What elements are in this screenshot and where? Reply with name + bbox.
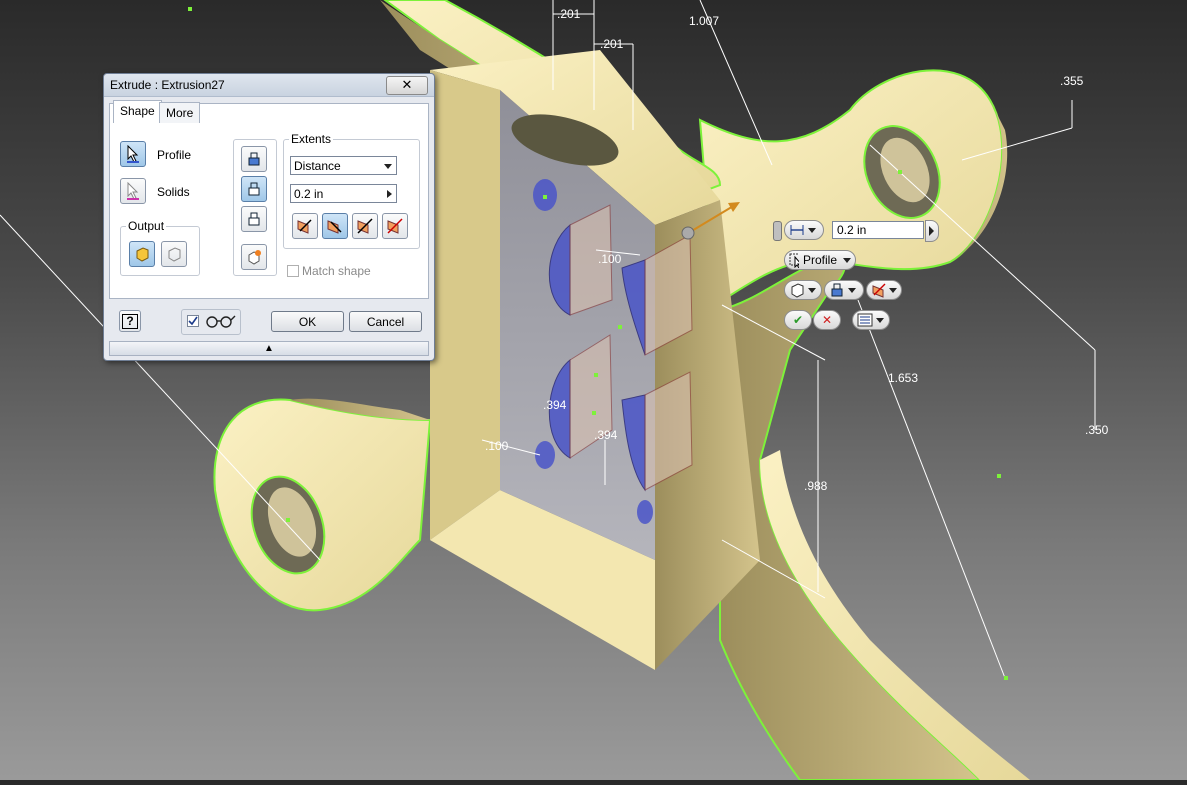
mini-operation-button[interactable] [824,280,864,300]
checkmark-icon [188,316,198,326]
preview-checkbox[interactable] [187,315,199,327]
extents-group: Extents Distance 0.2 in [283,132,420,249]
dimension-label[interactable]: .201 [600,37,624,51]
mini-profile-label: Profile [802,253,837,267]
direction-flipped-icon [327,220,342,234]
dimension-label[interactable]: 1.007 [689,14,719,28]
dimension-label[interactable]: .100 [485,439,509,453]
chevron-down-icon [889,287,897,293]
close-icon: ✕ [821,313,833,327]
direction-1-button[interactable] [292,213,318,239]
distance-mode-button[interactable] [784,220,824,240]
chevron-down-icon [808,287,816,293]
profile-select-icon [789,253,799,268]
cancel-button[interactable]: Cancel [349,311,422,332]
extrude-dialog: Extrude : Extrusion27 ✕ Shape More Profi… [103,73,435,361]
arm-upper-right [698,69,1004,307]
box-left-face [430,70,500,540]
direction-asymmetric-icon [387,218,403,234]
chevron-down-icon [808,227,816,233]
preview-group [181,309,241,335]
direction-default-icon [297,219,312,234]
mini-toolbar-grip[interactable] [773,221,782,241]
mini-cancel-button[interactable]: ✕ [813,310,841,330]
tab-shape[interactable]: Shape [113,100,162,123]
output-group: Output [120,219,200,276]
symmetric-button[interactable] [352,213,378,239]
intersect-button[interactable] [241,206,267,232]
extents-type-dropdown[interactable]: Distance [290,156,397,175]
help-icon: ? [122,313,138,329]
chevron-down-icon [848,287,856,293]
dimension-label[interactable]: .394 [594,428,618,442]
cut-button[interactable] [241,176,267,202]
match-shape-label: Match shape [302,264,371,278]
close-button[interactable]: ✕ [386,76,428,95]
dialog-titlebar[interactable]: Extrude : Extrusion27 ✕ [104,74,434,97]
list-options-icon [857,313,873,327]
profile-select-button[interactable] [120,141,146,167]
output-surface-button[interactable] [161,241,187,267]
solids-select-button[interactable] [120,178,146,204]
chevron-down-icon [843,257,851,263]
surface-cube-icon [168,247,181,262]
arm-lower-right [719,256,983,781]
chevron-down-icon [384,164,392,169]
mini-input-arrow[interactable] [925,220,939,242]
preview-glasses-icon [206,315,236,328]
expand-panel-toggle[interactable]: ▲ [109,341,429,356]
join-icon [831,283,843,297]
dialog-title: Extrude : Extrusion27 [110,78,225,92]
solids-label: Solids [157,185,190,199]
extents-label: Extents [289,132,334,146]
dialog-body: Shape More Profile Solids Output Extents… [109,100,429,299]
arm-lower-left [213,398,432,612]
direction-icon [872,283,886,298]
dimension-label[interactable]: .988 [804,479,828,493]
distance-value: 0.2 in [294,187,324,201]
join-button[interactable] [241,146,267,172]
output-label: Output [126,219,167,233]
chevron-right-icon [929,226,934,236]
chevron-down-icon [876,317,884,323]
chevron-up-icon: ▲ [264,343,274,354]
new-solid-icon [248,250,261,265]
profile-label: Profile [157,148,192,162]
cursor-arrow-icon [127,182,139,200]
solid-cube-icon [791,283,804,298]
help-button[interactable]: ? [119,310,141,332]
dimension-label[interactable]: .100 [598,252,622,266]
tab-more[interactable]: More [159,102,201,123]
cut-icon [248,182,260,196]
match-shape-checkbox[interactable] [287,265,299,277]
new-solid-button[interactable] [241,244,267,270]
cursor-arrow-icon [127,145,139,163]
intersect-icon [248,212,260,226]
direction-2-button[interactable] [322,213,348,239]
dimension-label[interactable]: .394 [543,398,567,412]
output-solid-button[interactable] [129,241,155,267]
dimension-label[interactable]: .355 [1060,74,1084,88]
solid-cube-icon [136,247,149,262]
direction-symmetric-icon [357,218,373,234]
mini-ok-button[interactable]: ✔ [784,310,812,330]
dimension-label[interactable]: .350 [1085,423,1109,437]
ok-button[interactable]: OK [271,311,344,332]
mini-options-button[interactable] [852,310,890,330]
dimension-label[interactable]: 1.653 [888,371,918,385]
dimension-label[interactable]: .201 [557,7,581,21]
checkmark-icon: ✔ [792,313,804,327]
mini-profile-button[interactable]: Profile [784,250,856,270]
mini-output-button[interactable] [784,280,822,300]
operation-group [233,139,277,276]
join-icon [248,152,260,166]
chevron-right-icon[interactable] [387,190,392,198]
distance-input[interactable]: 0.2 in [290,184,397,203]
mini-distance-input[interactable]: 0.2 in [832,221,924,239]
extents-type-value: Distance [294,159,341,173]
mini-direction-button[interactable] [866,280,902,300]
asymmetric-button[interactable] [382,213,408,239]
distance-icon [790,225,804,235]
